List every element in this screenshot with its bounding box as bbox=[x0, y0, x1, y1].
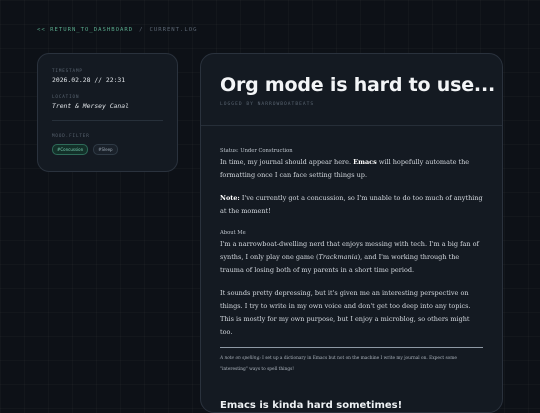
location-value: Trent & Mersey Canal bbox=[52, 102, 129, 110]
note-paragraph: Note: I've currently got a concussion, s… bbox=[220, 194, 483, 215]
entry-header: Org mode is hard to use... LOGGED BY NAR… bbox=[201, 54, 502, 126]
location-label: LOCATION bbox=[52, 94, 80, 99]
about-me-heading: About Me bbox=[220, 230, 246, 236]
return-to-dashboard-link[interactable]: << RETURN_TO_DASHBOARD bbox=[37, 27, 133, 33]
timestamp-label: TIMESTAMP bbox=[52, 68, 83, 73]
tag-sleep[interactable]: #Sleep bbox=[93, 144, 118, 155]
timestamp-block: TIMESTAMP 2026.02.28 // 22:31 bbox=[52, 68, 163, 84]
spelling-note: A note on spelling: I set up a dictionar… bbox=[220, 347, 483, 375]
mood-tags: #Concussion #Sleep bbox=[52, 144, 163, 155]
breadcrumb-separator: / bbox=[139, 27, 144, 33]
logged-by: LOGGED BY NARROWBOATBEATS bbox=[220, 102, 315, 107]
perspective-paragraph: It sounds pretty depressing, but it's gi… bbox=[220, 289, 471, 336]
entry-title: Org mode is hard to use... bbox=[220, 74, 495, 96]
intro-paragraph: In time, my journal should appear here. … bbox=[220, 158, 470, 179]
trackmania-italic: Trackmania bbox=[318, 253, 358, 261]
breadcrumb-current: CURRENT.LOG bbox=[149, 27, 198, 33]
status-label: Status: Under Construction bbox=[220, 148, 293, 154]
entry-meta-card: TIMESTAMP 2026.02.28 // 22:31 LOCATION T… bbox=[37, 53, 178, 172]
entry-body: Status: Under Construction In time, my j… bbox=[201, 126, 502, 412]
meta-divider bbox=[52, 120, 163, 121]
about-paragraph: I'm a narrowboat-dwelling nerd that enjo… bbox=[220, 240, 479, 274]
timestamp-value: 2026.02.28 // 22:31 bbox=[52, 76, 126, 84]
next-section-heading: Emacs is kinda hard sometimes! bbox=[220, 400, 403, 411]
breadcrumb: << RETURN_TO_DASHBOARD / CURRENT.LOG bbox=[37, 27, 198, 33]
tag-concussion[interactable]: #Concussion bbox=[52, 144, 89, 155]
mood-filter-label: MOOD.FILTER bbox=[52, 133, 90, 138]
emacs-bold: Emacs bbox=[353, 158, 377, 166]
note-bold: Note: bbox=[220, 194, 240, 202]
journal-entry: Org mode is hard to use... LOGGED BY NAR… bbox=[200, 53, 503, 413]
location-block: LOCATION Trent & Mersey Canal bbox=[52, 94, 163, 110]
spelling-note-label: A note on spelling: bbox=[220, 356, 261, 361]
